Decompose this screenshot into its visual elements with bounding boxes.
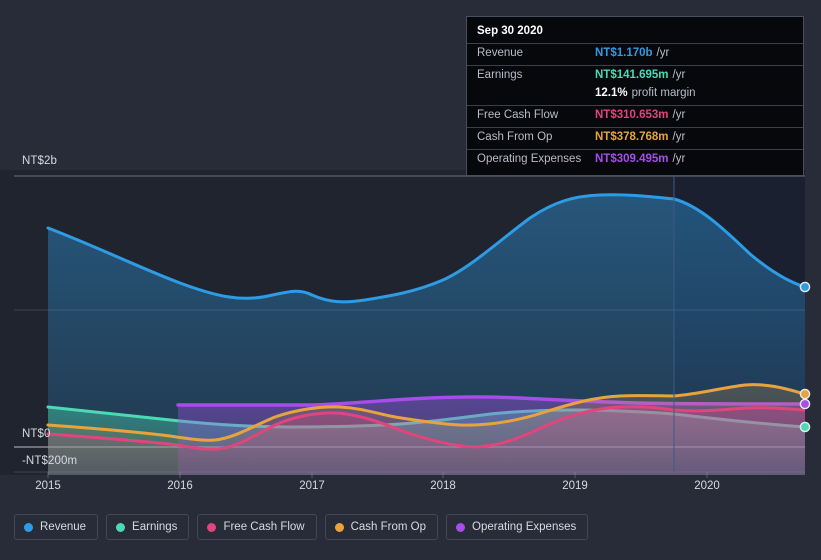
tooltip-value-operating-expenses: NT$309.495m [595,153,669,165]
x-axis-tick-2016: 2016 [167,480,193,492]
legend-dot-operating-expenses-icon [456,522,466,532]
legend-dot-free-cash-flow-icon [207,522,217,532]
y-axis-label-top: NT$2b [22,155,58,167]
legend-item-cash-from-op[interactable]: Cash From Op [324,514,439,540]
endpoint-revenue [799,281,811,293]
tooltip-label-revenue: Revenue [477,47,524,59]
legend-item-operating-expenses[interactable]: Operating Expenses [446,514,589,540]
y-axis-label-neg: -NT$200m [22,455,78,467]
legend-label-operating-expenses: Operating Expenses [472,521,577,533]
endpoint-earnings [799,421,811,433]
tooltip-value-earnings: NT$141.695m [595,69,669,81]
x-axis-tick-2018: 2018 [430,480,456,492]
x-axis-tick-2017: 2017 [299,480,325,492]
y-axis-label-zero: NT$0 [22,428,51,440]
legend-label-free-cash-flow: Free Cash Flow [223,521,305,533]
tooltip-suffix-earnings: /yr [672,69,686,81]
tooltip-row-cash-from-op: Cash From Op NT$378.768m /yr [467,127,803,149]
tooltip-row-earnings: Earnings NT$141.695m /yr [467,65,803,87]
chart-legend: Revenue Earnings Free Cash Flow Cash Fro… [14,514,589,540]
tooltip-row-free-cash-flow: Free Cash Flow NT$310.653m /yr [467,105,803,127]
tooltip-label-free-cash-flow: Free Cash Flow [477,109,559,121]
endpoint-cash-from-op [799,388,811,400]
legend-dot-earnings-icon [116,522,126,532]
legend-item-revenue[interactable]: Revenue [14,514,99,540]
data-tooltip: Sep 30 2020 Revenue NT$1.170b /yr Earnin… [466,16,804,176]
tooltip-value-cash-from-op: NT$378.768m [595,131,669,143]
tooltip-label-earnings: Earnings [477,69,523,81]
tooltip-row-profit-margin: 12.1% profit margin [467,87,803,105]
legend-dot-revenue-icon [24,522,33,532]
tooltip-row-operating-expenses: Operating Expenses NT$309.495m /yr [467,149,803,171]
legend-item-free-cash-flow[interactable]: Free Cash Flow [197,514,317,540]
tooltip-suffix-revenue: /yr [656,47,670,59]
tooltip-label-operating-expenses: Operating Expenses [477,153,582,165]
tooltip-value-free-cash-flow: NT$310.653m [595,109,669,121]
legend-label-earnings: Earnings [132,521,178,533]
tooltip-suffix-operating-expenses: /yr [672,153,686,165]
endpoint-operating-expenses [799,398,811,410]
tooltip-suffix-cash-from-op: /yr [672,131,686,143]
tooltip-suffix-profit-margin: profit margin [631,87,696,99]
tooltip-suffix-free-cash-flow: /yr [672,109,686,121]
legend-label-cash-from-op: Cash From Op [350,521,427,533]
x-axis-tick-2015: 2015 [35,480,61,492]
x-axis-tick-2020: 2020 [694,480,720,492]
legend-dot-cash-from-op-icon [334,522,344,532]
legend-item-earnings[interactable]: Earnings [106,514,190,540]
legend-label-revenue: Revenue [40,521,87,533]
tooltip-value-profit-margin: 12.1% [595,87,628,99]
tooltip-label-cash-from-op: Cash From Op [477,131,553,143]
financial-chart: NT$2b NT$0 -NT$200m 2015 2016 2017 2018 … [0,0,821,560]
tooltip-row-revenue: Revenue NT$1.170b /yr [467,43,803,65]
x-axis-tick-2019: 2019 [562,480,588,492]
tooltip-value-revenue: NT$1.170b [595,47,653,59]
tooltip-date: Sep 30 2020 [477,25,543,37]
